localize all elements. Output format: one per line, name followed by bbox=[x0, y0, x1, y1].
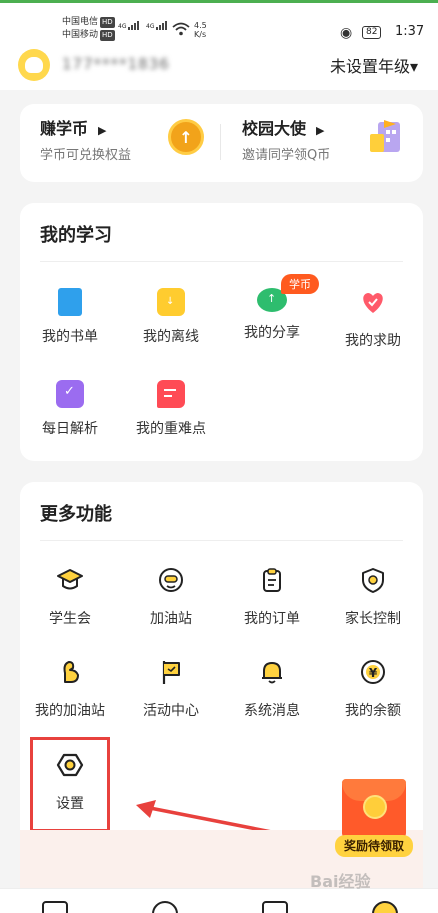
section-divider bbox=[40, 261, 403, 262]
home-icon[interactable] bbox=[42, 901, 68, 913]
more-item-parental-control[interactable]: 家长控制 bbox=[323, 566, 423, 628]
more-item-activity-center[interactable]: 活动中心 bbox=[121, 658, 221, 720]
item-label: 我的余额 bbox=[345, 703, 401, 719]
study-item-daily-analysis[interactable]: ✓ 每日解析 bbox=[20, 380, 120, 438]
item-label: 我的书单 bbox=[42, 329, 98, 345]
play-arrow-icon: ▶ bbox=[316, 124, 325, 137]
item-label: 每日解析 bbox=[42, 421, 98, 437]
study-item-booklist[interactable]: 我的书单 bbox=[20, 288, 120, 346]
watermark: Bai经验 bbox=[310, 872, 371, 891]
heart-icon bbox=[363, 293, 383, 313]
battery-indicator: 82 bbox=[362, 26, 382, 39]
book-icon bbox=[58, 288, 82, 316]
item-label: 系统消息 bbox=[244, 703, 300, 719]
chevron-down-icon: ▾ bbox=[409, 57, 418, 76]
campus-ambassador-link[interactable]: 校园大使 ▶ bbox=[242, 115, 324, 139]
divider bbox=[220, 124, 221, 160]
eye-icon: ◉ bbox=[340, 25, 353, 41]
yuan-icon: ¥ bbox=[361, 660, 385, 684]
coin-icon: ↑ bbox=[168, 119, 204, 155]
carrier-2: 中国移动 HD bbox=[62, 30, 115, 41]
wifi-icon bbox=[172, 22, 190, 36]
red-envelope-icon bbox=[342, 779, 406, 839]
shield-icon bbox=[362, 568, 384, 593]
bell-icon bbox=[262, 662, 282, 684]
net-speed: 4.5 K/s bbox=[194, 21, 207, 39]
study-item-key-points[interactable]: 我的重难点 bbox=[121, 380, 221, 438]
reward-floating-button[interactable]: 奖励待领取 bbox=[335, 779, 413, 859]
status-bar: 中国电信 HD 中国移动 HD 4G 4G 4.5 K/s ◉ 82 1:37 bbox=[0, 3, 438, 45]
more-item-my-gas-station[interactable]: 我的加油站 bbox=[20, 658, 120, 720]
avatar[interactable] bbox=[18, 49, 50, 81]
study-item-help[interactable]: 我的求助 bbox=[323, 288, 423, 350]
svg-text:¥: ¥ bbox=[369, 666, 378, 680]
more-item-system-messages[interactable]: 系统消息 bbox=[222, 658, 322, 720]
section-title-study: 我的学习 bbox=[40, 225, 112, 246]
grade-selector[interactable]: 未设置年级▾ bbox=[330, 53, 418, 77]
item-label: 我的离线 bbox=[143, 329, 199, 345]
bottom-nav bbox=[0, 888, 438, 913]
more-item-orders[interactable]: 我的订单 bbox=[222, 566, 322, 628]
book-nav-icon[interactable] bbox=[262, 901, 288, 913]
profile-header: 177****1836 未设置年级▾ bbox=[0, 45, 438, 90]
item-label: 学生会 bbox=[49, 611, 91, 627]
clock: 1:37 bbox=[395, 24, 425, 39]
signal-icon: 4G bbox=[118, 21, 140, 30]
item-label: 我的求助 bbox=[345, 333, 401, 349]
flag-icon bbox=[162, 661, 180, 684]
graduation-cap-icon bbox=[57, 569, 83, 590]
earn-card: 赚学币 ▶ 学币可兑换权益 ↑ 校园大使 ▶ 邀请同学领Q币 bbox=[20, 104, 423, 182]
username[interactable]: 177****1836 bbox=[62, 54, 182, 73]
note-icon bbox=[157, 380, 185, 408]
item-label: 家长控制 bbox=[345, 611, 401, 627]
coin-badge: 学币 bbox=[281, 274, 319, 294]
item-label: 我的分享 bbox=[244, 325, 300, 341]
search-icon[interactable] bbox=[152, 901, 178, 913]
item-label: 活动中心 bbox=[143, 703, 199, 719]
item-label: 加油站 bbox=[150, 611, 192, 627]
building-flag-icon bbox=[370, 120, 400, 152]
play-arrow-icon: ▶ bbox=[98, 124, 107, 137]
more-item-balance[interactable]: ¥ 我的余额 bbox=[323, 658, 423, 720]
study-item-share[interactable]: ↑ 我的分享 bbox=[222, 288, 322, 342]
face-icon bbox=[159, 568, 183, 592]
item-label: 我的订单 bbox=[244, 611, 300, 627]
study-item-offline[interactable]: ↓ 我的离线 bbox=[121, 288, 221, 346]
section-divider bbox=[40, 540, 403, 541]
campus-ambassador-sub: 邀请同学领Q币 bbox=[242, 148, 331, 163]
signal-icon-2: 4G bbox=[146, 21, 168, 30]
item-label: 我的重难点 bbox=[136, 421, 206, 437]
profile-nav-icon[interactable] bbox=[372, 901, 398, 913]
muscle-icon bbox=[63, 661, 79, 683]
reward-label: 奖励待领取 bbox=[335, 835, 413, 857]
earn-coins-sub: 学币可兑换权益 bbox=[40, 148, 132, 163]
section-title-more: 更多功能 bbox=[40, 504, 112, 525]
more-item-gas-station[interactable]: 加油站 bbox=[121, 566, 221, 628]
more-item-student-union[interactable]: 学生会 bbox=[20, 566, 120, 628]
settings-highlight-box bbox=[30, 737, 110, 832]
check-icon: ✓ bbox=[56, 380, 84, 408]
item-label: 我的加油站 bbox=[35, 703, 105, 719]
download-folder-icon: ↓ bbox=[157, 288, 185, 316]
clipboard-icon bbox=[263, 568, 281, 592]
carrier-1: 中国电信 HD bbox=[62, 17, 115, 28]
earn-coins-link[interactable]: 赚学币 ▶ bbox=[40, 115, 106, 139]
